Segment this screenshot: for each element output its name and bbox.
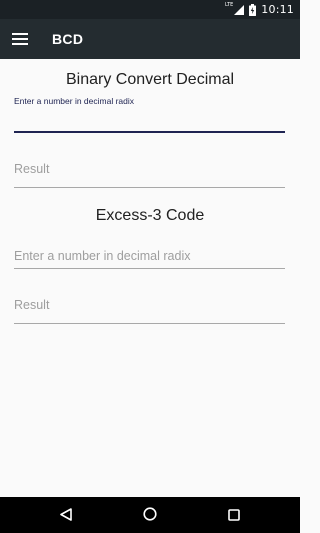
app-bar: BCD (0, 19, 300, 59)
signal-icon (234, 4, 245, 15)
binary-decimal-input[interactable] (14, 108, 285, 130)
excess-result-field (14, 294, 285, 325)
back-icon (60, 506, 72, 525)
status-bar: LTE 10:11 (0, 0, 300, 19)
binary-result-field (14, 158, 285, 189)
battery-charging-icon (249, 3, 257, 16)
excess-decimal-input-underline (14, 268, 285, 269)
binary-result-underline (14, 187, 285, 188)
binary-decimal-input-underline (14, 131, 285, 133)
clock: 10:11 (261, 3, 294, 16)
recents-icon (228, 506, 240, 525)
system-nav-bar (0, 497, 300, 533)
excess-result-underline (14, 323, 285, 324)
excess-decimal-input[interactable] (14, 245, 285, 267)
app-title: BCD (52, 31, 84, 47)
hamburger-menu-icon (12, 30, 28, 49)
recents-button[interactable] (214, 497, 254, 533)
excess-result-input[interactable] (14, 294, 285, 316)
main-content: Binary Convert Decimal Enter a number in… (0, 59, 300, 497)
status-icons: LTE 10:11 (225, 0, 294, 19)
home-icon (143, 506, 157, 525)
binary-section-title: Binary Convert Decimal (65, 71, 235, 88)
binary-decimal-input-field: Enter a number in decimal radix (14, 96, 285, 134)
home-button[interactable] (130, 497, 170, 533)
binary-decimal-input-label: Enter a number in decimal radix (14, 96, 135, 106)
binary-result-input[interactable] (14, 158, 285, 180)
network-type-label: LTE (224, 2, 234, 8)
menu-button[interactable] (8, 27, 32, 51)
excess-decimal-input-field (14, 245, 285, 269)
excess-section-title: Excess-3 Code (95, 207, 205, 224)
back-button[interactable] (46, 497, 86, 533)
